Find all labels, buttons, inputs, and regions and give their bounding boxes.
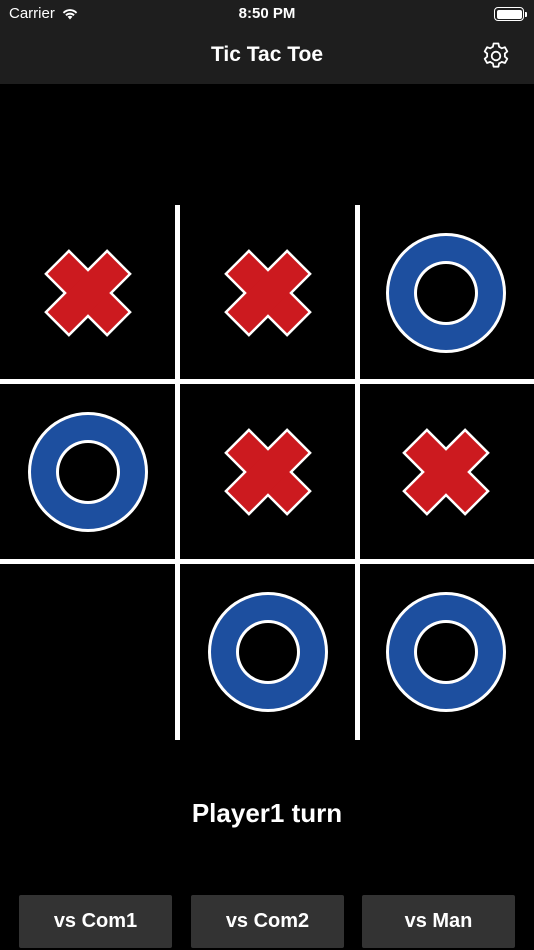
x-mark-icon xyxy=(224,428,312,516)
board-cell[interactable] xyxy=(180,384,356,560)
o-mark-icon xyxy=(386,233,506,353)
battery-icon xyxy=(494,7,527,21)
board-cell[interactable] xyxy=(358,205,534,381)
board-cell[interactable] xyxy=(358,564,534,740)
nav-bar: Tic Tac Toe xyxy=(0,30,534,84)
o-mark-icon xyxy=(28,412,148,532)
game-board xyxy=(0,205,534,740)
board-cell[interactable] xyxy=(0,205,176,381)
x-mark-icon xyxy=(224,249,312,337)
page-title: Tic Tac Toe xyxy=(210,43,324,66)
o-mark-icon xyxy=(386,592,506,712)
o-mark-icon xyxy=(208,592,328,712)
vs-com2-button[interactable]: vs Com2 xyxy=(191,895,344,948)
x-mark-icon xyxy=(44,249,132,337)
turn-status: Player1 turn xyxy=(191,798,343,828)
x-mark-icon xyxy=(402,428,490,516)
settings-button[interactable] xyxy=(480,40,512,72)
vs-man-button[interactable]: vs Man xyxy=(362,895,515,948)
gear-icon xyxy=(483,42,509,68)
board-cell[interactable] xyxy=(358,384,534,560)
board-cell[interactable] xyxy=(180,564,356,740)
status-bar: Carrier 8:50 PM xyxy=(0,0,534,30)
board-cell[interactable] xyxy=(0,384,176,560)
board-cell[interactable] xyxy=(180,205,356,381)
board-cell[interactable] xyxy=(0,564,176,740)
status-time: 8:50 PM xyxy=(238,5,296,22)
vs-com1-button[interactable]: vs Com1 xyxy=(19,895,172,948)
